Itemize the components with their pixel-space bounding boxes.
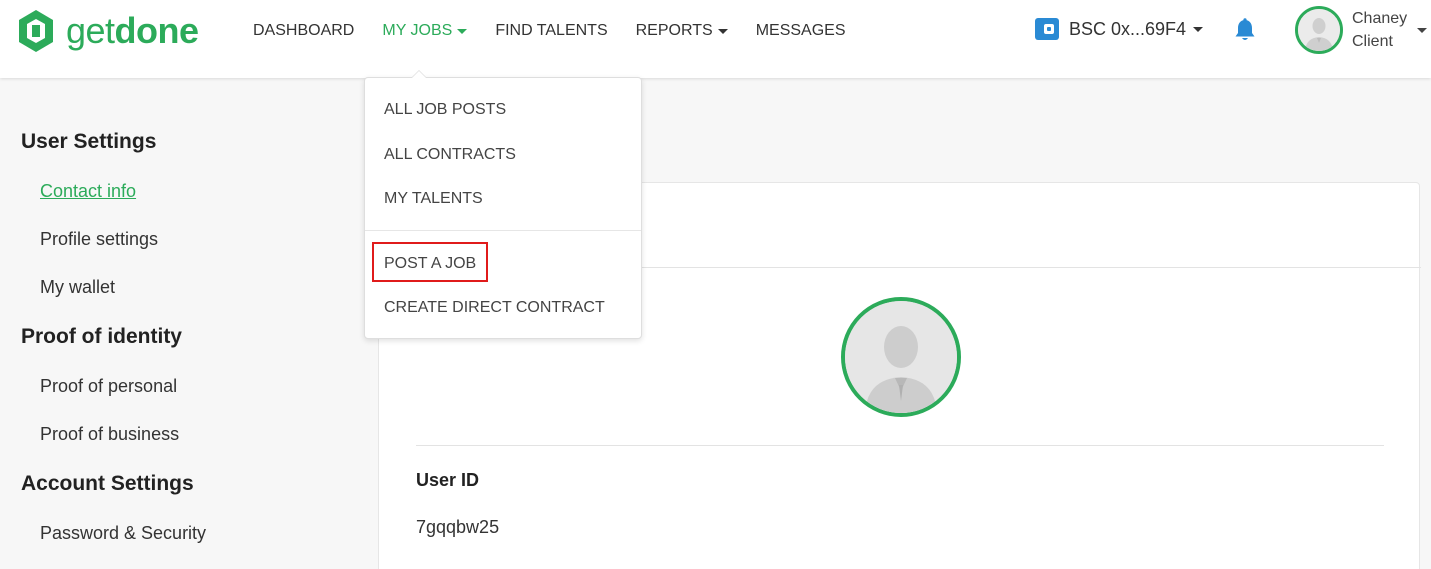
user-menu[interactable]: Chaney Client	[1295, 6, 1427, 54]
menu-item-post-a-job[interactable]: POST A JOB	[384, 255, 476, 273]
chevron-down-icon	[717, 28, 728, 34]
logo-text-get: get	[66, 10, 115, 51]
nav-find-talents-label: FIND TALENTS	[495, 22, 608, 39]
menu-divider	[365, 230, 641, 231]
nav-reports[interactable]: REPORTS	[636, 22, 728, 40]
user-id-value: 7gqqbw25	[416, 517, 500, 537]
notifications-bell[interactable]	[1234, 18, 1256, 47]
top-navbar: getdone DASHBOARD MY JOBS FIND TALENTS R…	[0, 0, 1431, 78]
nav-dashboard-label: DASHBOARD	[253, 22, 355, 39]
nav-messages[interactable]: MESSAGES	[756, 22, 846, 40]
user-id-label: User ID	[416, 470, 480, 490]
getdone-logo-icon	[19, 10, 53, 52]
sidebar-item-proof-of-personal[interactable]: Proof of personal	[40, 376, 177, 397]
logo-text-done: done	[114, 10, 200, 51]
menu-item-all-job-posts[interactable]: ALL JOB POSTS	[384, 101, 506, 119]
user-silhouette-icon	[845, 301, 957, 413]
my-jobs-dropdown-menu: ALL JOB POSTS ALL CONTRACTS MY TALENTS P…	[364, 70, 642, 339]
bell-icon	[1235, 18, 1255, 40]
getdone-logo[interactable]: getdone	[16, 6, 199, 56]
wallet-address: BSC 0x...69F4	[1069, 18, 1187, 39]
chevron-down-icon	[1417, 28, 1427, 33]
user-info: Chaney Client	[1352, 7, 1407, 53]
nav-reports-label: REPORTS	[635, 22, 713, 39]
avatar	[1295, 6, 1343, 54]
chevron-down-icon	[457, 28, 468, 34]
main-nav: DASHBOARD MY JOBS FIND TALENTS REPORTS M…	[253, 20, 874, 42]
wallet-selector[interactable]: BSC 0x...69F4	[1035, 18, 1204, 40]
nav-my-jobs-label: MY JOBS	[382, 22, 453, 39]
menu-item-all-contracts[interactable]: ALL CONTRACTS	[384, 146, 516, 164]
wallet-icon	[1035, 18, 1059, 40]
user-role: Client	[1352, 33, 1393, 50]
section-heading-account-settings: Account Settings	[21, 472, 194, 495]
nav-find-talents[interactable]: FIND TALENTS	[495, 22, 607, 40]
logo-wordmark: getdone	[66, 13, 199, 49]
profile-avatar[interactable]	[841, 297, 961, 417]
sidebar-item-contact-info[interactable]: Contact info	[40, 181, 136, 202]
sidebar-item-profile-settings[interactable]: Profile settings	[40, 229, 158, 250]
menu-item-my-talents[interactable]: MY TALENTS	[384, 190, 483, 208]
user-silhouette-icon	[1298, 9, 1340, 51]
content-divider	[416, 445, 1384, 446]
nav-my-jobs[interactable]: MY JOBS	[382, 22, 468, 40]
sidebar-item-my-wallet[interactable]: My wallet	[40, 277, 115, 298]
sidebar-item-password-security[interactable]: Password & Security	[40, 523, 206, 544]
sidebar-item-proof-of-business[interactable]: Proof of business	[40, 424, 179, 445]
nav-dashboard[interactable]: DASHBOARD	[253, 22, 354, 40]
menu-item-create-direct-contract[interactable]: CREATE DIRECT CONTRACT	[384, 299, 605, 317]
section-heading-proof-of-identity: Proof of identity	[21, 325, 182, 348]
user-name: Chaney	[1352, 10, 1408, 27]
settings-sidebar: User Settings Contact info Profile setti…	[0, 78, 378, 569]
nav-messages-label: MESSAGES	[755, 22, 846, 39]
chevron-down-icon	[1193, 26, 1204, 32]
section-heading-user-settings: User Settings	[21, 130, 157, 153]
